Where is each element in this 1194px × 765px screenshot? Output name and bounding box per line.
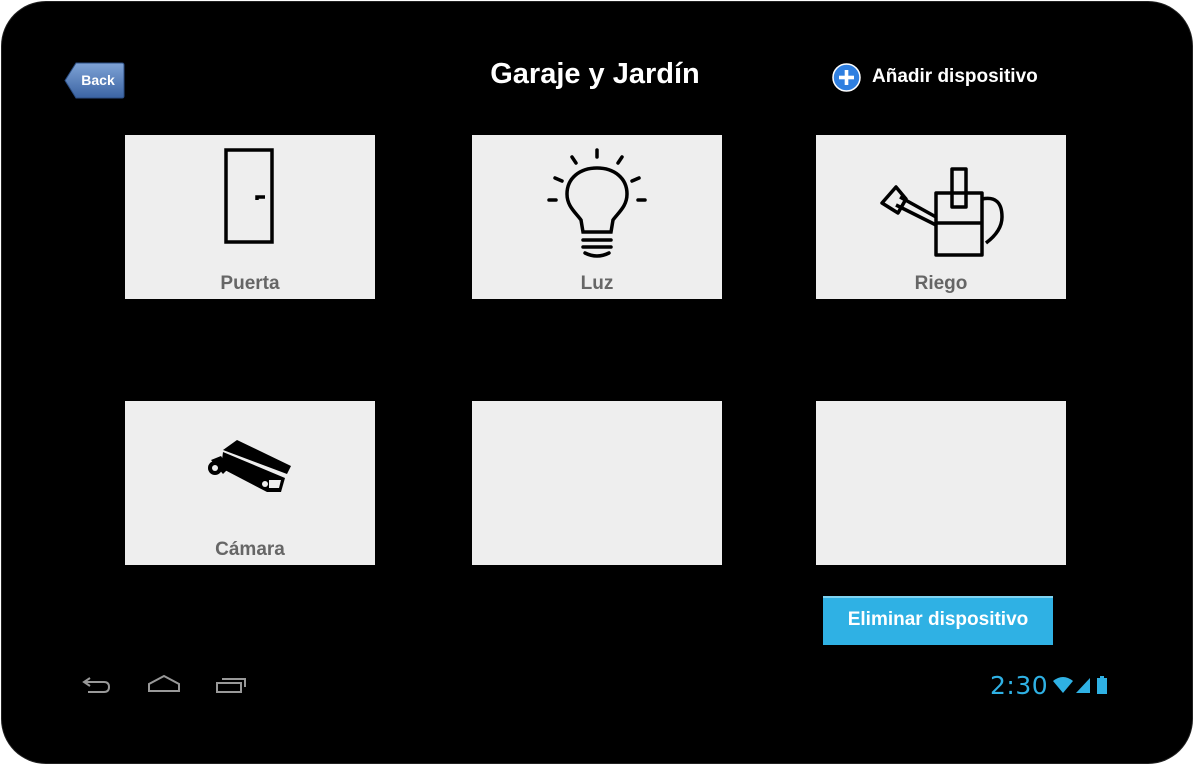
- plus-circle-icon: [832, 62, 861, 92]
- device-label: Puerta: [220, 273, 280, 294]
- signal-icon: [1076, 678, 1091, 693]
- device-tile-luz[interactable]: Luz: [472, 135, 722, 299]
- device-label: Riego: [914, 273, 968, 294]
- empty-device-slot[interactable]: [816, 401, 1066, 565]
- empty-device-slot[interactable]: [472, 401, 722, 565]
- clock: 2:30: [990, 670, 1049, 700]
- battery-icon: [1097, 676, 1108, 694]
- lightbulb-icon: [547, 148, 647, 258]
- recent-apps-icon[interactable]: [214, 676, 248, 694]
- device-tile-puerta[interactable]: Puerta: [125, 135, 375, 299]
- tablet-screen: [2, 2, 1192, 763]
- status-bar: 2:30: [990, 670, 1108, 700]
- home-nav-icon[interactable]: [147, 674, 181, 694]
- door-icon: [224, 148, 274, 244]
- device-tile-riego[interactable]: Riego: [816, 135, 1066, 299]
- delete-device-button[interactable]: Eliminar dispositivo: [823, 596, 1053, 645]
- back-button[interactable]: Back: [64, 62, 125, 99]
- security-camera-icon: [208, 440, 291, 492]
- device-tile-camara[interactable]: Cámara: [125, 401, 375, 565]
- watering-can-icon: [880, 167, 1004, 257]
- back-nav-icon[interactable]: [80, 674, 112, 694]
- add-device-label: Añadir dispositivo: [872, 66, 1038, 87]
- add-device-button[interactable]: Añadir dispositivo: [832, 62, 1038, 92]
- device-label: Cámara: [215, 539, 285, 560]
- back-button-label: Back: [81, 72, 115, 88]
- page-title: Garaje y Jardín: [490, 58, 700, 90]
- device-label: Luz: [580, 273, 614, 294]
- wifi-icon: [1053, 677, 1074, 693]
